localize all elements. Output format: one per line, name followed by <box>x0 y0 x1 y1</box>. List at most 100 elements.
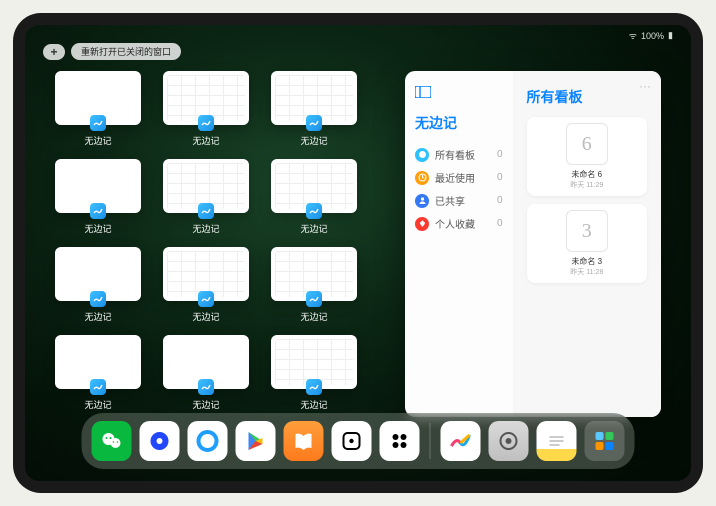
thumbnail-label: 无边记 <box>192 398 219 411</box>
more-icon[interactable]: ··· <box>639 79 651 93</box>
ipad-frame: ᯤ 100% ▮ + 重新打开已关闭的窗口 无边记 无边记 无边记 <box>13 13 703 493</box>
thumbnail-preview <box>271 247 357 301</box>
thumbnail-label: 无边记 <box>192 222 219 235</box>
thumbnail-preview <box>163 335 249 389</box>
top-controls: + 重新打开已关闭的窗口 <box>43 43 181 60</box>
panel-left-title: 无边记 <box>415 113 503 133</box>
freeform-app-icon <box>90 379 106 395</box>
window-thumbnail[interactable]: 无边记 <box>55 159 141 235</box>
freeform-app-icon <box>198 379 214 395</box>
thumbnail-label: 无边记 <box>84 310 111 323</box>
nav-icon <box>415 217 429 231</box>
thumbnail-preview <box>55 159 141 213</box>
thumbnail-preview <box>163 247 249 301</box>
dock-app-dice[interactable] <box>332 421 372 461</box>
dock-separator <box>430 423 431 459</box>
freeform-app-icon <box>306 291 322 307</box>
dock-recent-app-library[interactable] <box>585 421 625 461</box>
thumbnail-preview <box>271 159 357 213</box>
thumbnail-preview <box>271 71 357 125</box>
nav-label: 所有看板 <box>435 147 475 162</box>
window-thumbnail[interactable]: 无边记 <box>163 71 249 147</box>
dock <box>82 413 635 469</box>
freeform-app-icon <box>306 379 322 395</box>
thumbnail-label: 无边记 <box>84 134 111 147</box>
nav-item[interactable]: 所有看板 0 <box>415 143 503 166</box>
thumbnail-label: 无边记 <box>300 134 327 147</box>
freeform-panel[interactable]: ··· 无边记 所有看板 0 最近使用 0 已共享 0 个人收藏 0 所有看板 … <box>405 71 661 417</box>
battery-percent: 100% <box>641 31 664 41</box>
dock-app-wechat[interactable] <box>92 421 132 461</box>
thumbnail-preview <box>163 159 249 213</box>
window-thumbnail[interactable]: 无边记 <box>163 247 249 323</box>
nav-item[interactable]: 个人收藏 0 <box>415 212 503 235</box>
board-timestamp: 昨天 11:29 <box>570 180 603 190</box>
board-thumbnail: 3 <box>566 210 608 252</box>
board-label: 未命名 3 <box>571 256 602 267</box>
battery-icon: ▮ <box>668 30 673 41</box>
window-thumbnail[interactable]: 无边记 <box>163 335 249 411</box>
thumbnail-label: 无边记 <box>192 310 219 323</box>
window-thumbnail[interactable]: 无边记 <box>271 247 357 323</box>
panel-right-title: 所有看板 <box>527 87 647 107</box>
dock-app-barcode[interactable] <box>380 421 420 461</box>
screen: ᯤ 100% ▮ + 重新打开已关闭的窗口 无边记 无边记 无边记 <box>25 25 691 481</box>
freeform-app-icon <box>198 115 214 131</box>
thumbnail-preview <box>55 335 141 389</box>
board-label: 未命名 6 <box>571 169 602 180</box>
window-thumbnail[interactable]: 无边记 <box>163 159 249 235</box>
sidebar-toggle-icon[interactable] <box>415 85 503 103</box>
dock-recent-notes[interactable] <box>537 421 577 461</box>
dock-recent-freeform[interactable] <box>441 421 481 461</box>
window-thumbnail[interactable]: 无边记 <box>271 335 357 411</box>
nav-item[interactable]: 最近使用 0 <box>415 166 503 189</box>
thumbnail-preview <box>271 335 357 389</box>
thumbnail-label: 无边记 <box>300 222 327 235</box>
window-thumbnail[interactable]: 无边记 <box>271 159 357 235</box>
dock-app-quark[interactable] <box>140 421 180 461</box>
board-card[interactable]: 3 未命名 3 昨天 11:28 <box>527 204 647 283</box>
dock-recent-settings[interactable] <box>489 421 529 461</box>
nav-label: 已共享 <box>435 193 465 208</box>
board-thumbnail: 6 <box>566 123 608 165</box>
window-thumbnail[interactable]: 无边记 <box>55 71 141 147</box>
freeform-app-icon <box>306 203 322 219</box>
reopen-closed-window-button[interactable]: 重新打开已关闭的窗口 <box>71 43 181 60</box>
freeform-app-icon <box>90 203 106 219</box>
board-card[interactable]: 6 未命名 6 昨天 11:29 <box>527 117 647 196</box>
nav-count: 0 <box>497 172 503 183</box>
freeform-app-icon <box>198 291 214 307</box>
nav-count: 0 <box>497 195 503 206</box>
thumbnail-preview <box>55 71 141 125</box>
nav-item[interactable]: 已共享 0 <box>415 189 503 212</box>
nav-icon <box>415 171 429 185</box>
nav-icon <box>415 194 429 208</box>
thumbnail-preview <box>55 247 141 301</box>
panel-main: 所有看板 6 未命名 6 昨天 11:29 3 未命名 3 昨天 11:28 <box>513 71 661 417</box>
thumbnail-label: 无边记 <box>300 310 327 323</box>
freeform-app-icon <box>90 291 106 307</box>
board-timestamp: 昨天 11:28 <box>570 267 603 277</box>
nav-count: 0 <box>497 149 503 160</box>
dock-app-qqbrowser[interactable] <box>188 421 228 461</box>
freeform-app-icon <box>306 115 322 131</box>
thumbnail-preview <box>163 71 249 125</box>
wifi-icon: ᯤ <box>629 29 637 42</box>
panel-sidebar: 无边记 所有看板 0 最近使用 0 已共享 0 个人收藏 0 <box>405 71 513 417</box>
thumbnail-label: 无边记 <box>84 398 111 411</box>
dock-app-books[interactable] <box>284 421 324 461</box>
thumbnail-label: 无边记 <box>300 398 327 411</box>
thumbnail-label: 无边记 <box>192 134 219 147</box>
content-area: 无边记 无边记 无边记 无边记 无边记 无边记 <box>55 71 661 417</box>
nav-label: 最近使用 <box>435 170 475 185</box>
window-thumbnail[interactable]: 无边记 <box>55 247 141 323</box>
new-window-button[interactable]: + <box>43 44 65 60</box>
window-thumbnail[interactable]: 无边记 <box>271 71 357 147</box>
status-bar: ᯤ 100% ▮ <box>629 29 673 42</box>
nav-label: 个人收藏 <box>435 216 475 231</box>
window-thumbnail-grid: 无边记 无边记 无边记 无边记 无边记 无边记 <box>55 71 365 417</box>
freeform-app-icon <box>198 203 214 219</box>
window-thumbnail[interactable]: 无边记 <box>55 335 141 411</box>
dock-app-play[interactable] <box>236 421 276 461</box>
thumbnail-label: 无边记 <box>84 222 111 235</box>
